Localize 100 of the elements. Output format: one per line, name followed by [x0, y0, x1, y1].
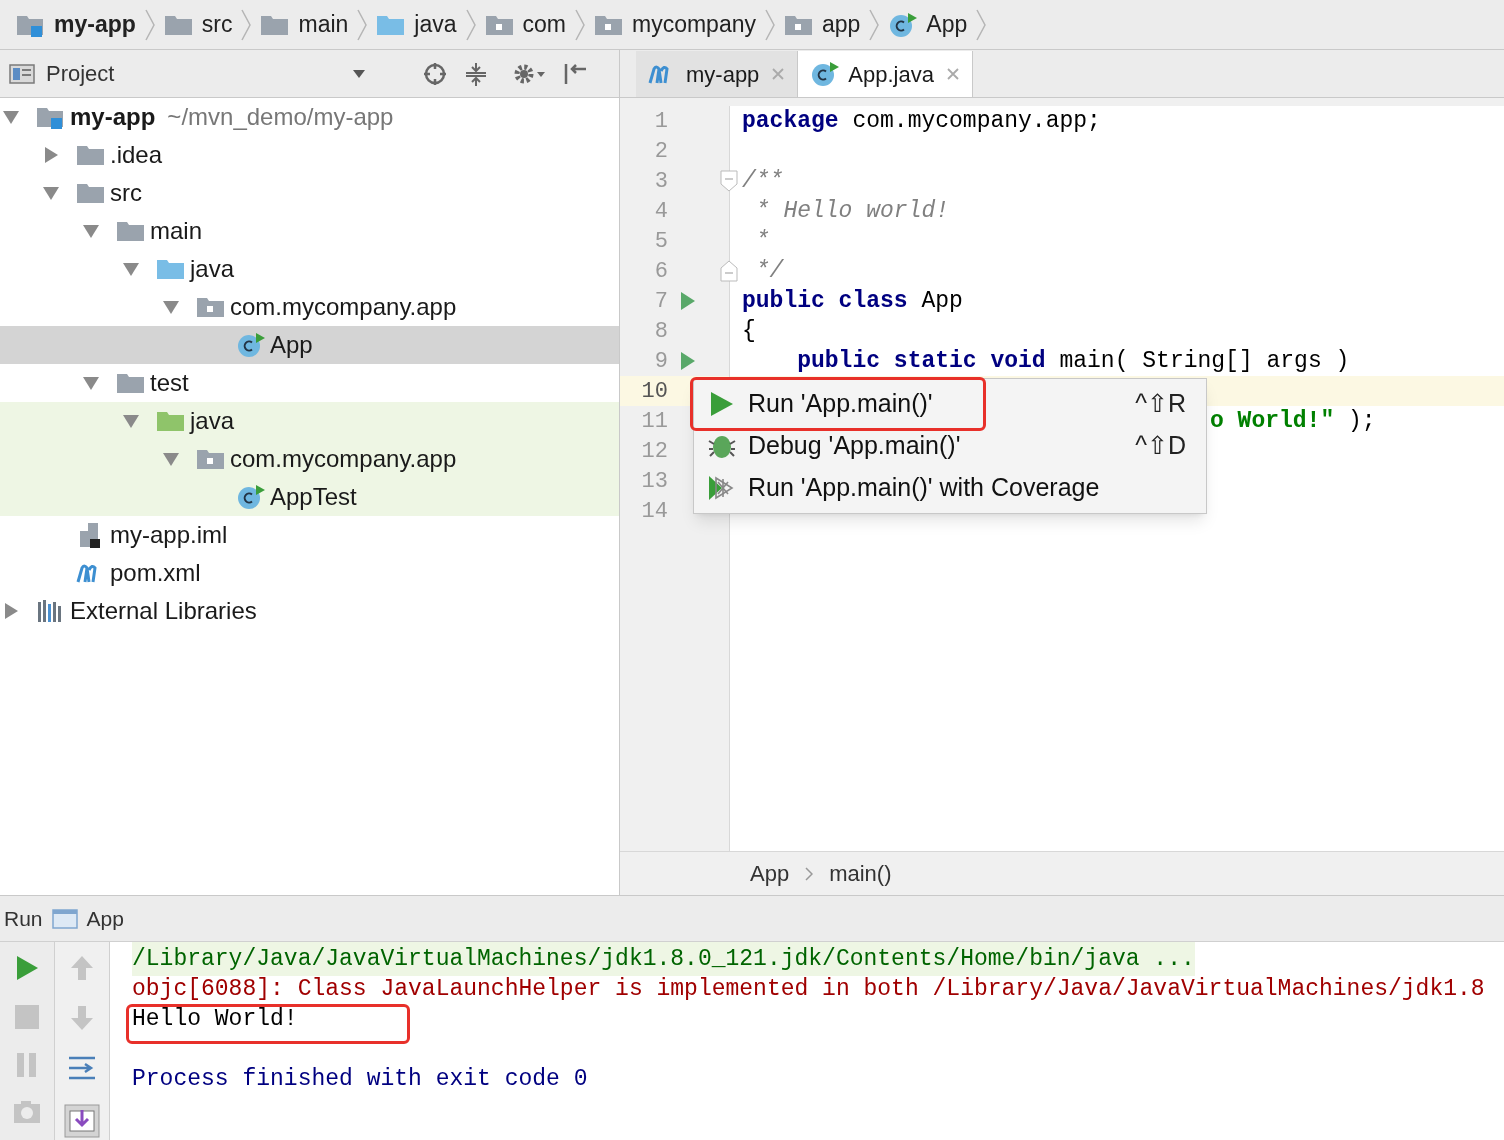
- code-line: package com.mycompany.app;: [742, 106, 1101, 136]
- chevron-icon: [763, 7, 776, 42]
- tree-label: App: [270, 330, 313, 360]
- menu-item[interactable]: Run 'App.main()' ^⇧R: [694, 383, 1206, 425]
- tree-label: com.mycompany.app: [230, 292, 457, 322]
- menu-item[interactable]: Run 'App.main()' with Coverage: [694, 467, 1206, 509]
- tree-item[interactable]: my-app.iml: [0, 516, 619, 554]
- code-line: *: [754, 226, 770, 256]
- scroll-to-end-icon[interactable]: [64, 1104, 100, 1138]
- console-line: Hello World!: [132, 1004, 298, 1034]
- tree-label: test: [150, 368, 189, 398]
- line-number: 2: [653, 137, 668, 166]
- tree-item[interactable]: my-app ~/mvn_demo/my-app: [0, 98, 619, 136]
- breadcrumb-item[interactable]: main(): [829, 857, 892, 890]
- editor-tab[interactable]: App.java: [797, 51, 973, 97]
- play-icon[interactable]: [14, 954, 40, 982]
- tree-label: .idea: [110, 140, 163, 170]
- console-line: objc[6088]: Class JavaLaunchHelper is implemented in both /Library/Java/JavaVirtualMachines/jdk1.8: [132, 974, 1485, 1004]
- up-arrow-icon[interactable]: [69, 954, 95, 982]
- expanded-arrow-icon: [162, 298, 180, 316]
- editor-tab[interactable]: my-app: [636, 51, 798, 97]
- expanded-arrow-icon: [162, 450, 180, 468]
- line-number: 7: [653, 287, 668, 316]
- breadcrumb-item[interactable]: my-app: [8, 2, 144, 47]
- tree-item[interactable]: java: [0, 402, 619, 440]
- coverage-icon: [706, 473, 736, 503]
- code-line: public class App: [742, 286, 963, 316]
- breadcrumb-item[interactable]: app: [775, 2, 869, 47]
- run-marker-icon[interactable]: [680, 351, 696, 371]
- shortcut-label: ^⇧R: [1135, 388, 1186, 420]
- chevron-icon: [574, 7, 586, 42]
- code-line: o World!" );: [1210, 406, 1376, 436]
- class-icon: [888, 11, 919, 38]
- tree-item[interactable]: java: [0, 250, 619, 288]
- tree-item[interactable]: pom.xml: [0, 554, 619, 592]
- tree-label: java: [190, 254, 235, 284]
- chevron-icon: [805, 866, 814, 881]
- class-icon: [236, 332, 266, 358]
- breadcrumb-item[interactable]: com: [476, 2, 574, 47]
- menu-item[interactable]: Debug 'App.main()' ^⇧D: [694, 425, 1206, 467]
- chevron-icon: [356, 7, 369, 42]
- breadcrumb-item[interactable]: App: [750, 857, 790, 890]
- run-marker-icon[interactable]: [680, 291, 696, 311]
- tree-label: src: [110, 178, 142, 208]
- module-path: ~/mvn_demo/my-app: [167, 102, 394, 132]
- line-number: 14: [640, 497, 668, 526]
- run-config-tab[interactable]: App: [86, 902, 124, 935]
- tree-item[interactable]: com.mycompany.app: [0, 288, 619, 326]
- tree-item[interactable]: main: [0, 212, 619, 250]
- class-icon: [810, 61, 841, 87]
- down-arrow-icon[interactable]: [69, 1004, 95, 1032]
- chevron-icon: [464, 7, 477, 42]
- soft-wrap-icon[interactable]: [67, 1054, 97, 1082]
- code-line: */: [754, 256, 784, 286]
- collapsed-arrow-icon: [2, 602, 20, 620]
- tree-item[interactable]: com.mycompany.app: [0, 440, 619, 478]
- shortcut-label: ^⇧D: [1135, 430, 1186, 462]
- expanded-arrow-icon: [82, 374, 100, 392]
- close-icon[interactable]: [946, 67, 960, 81]
- tab-label: my-app: [686, 60, 760, 89]
- expanded-arrow-icon: [2, 108, 20, 126]
- dropdown-label: Project: [46, 60, 115, 88]
- line-number: 1: [653, 107, 668, 136]
- breadcrumb-item[interactable]: mycompany: [586, 2, 764, 47]
- tab-label: App.java: [848, 60, 934, 89]
- breadcrumb-item[interactable]: java: [368, 2, 465, 47]
- line-number: 5: [653, 227, 668, 256]
- tree-item[interactable]: App: [0, 326, 619, 364]
- camera-icon[interactable]: [13, 1100, 41, 1124]
- code-line: /**: [742, 166, 784, 196]
- project-view-icon: [8, 61, 38, 86]
- tree-label: my-app: [70, 102, 156, 132]
- line-number: 9: [653, 347, 668, 376]
- console-line: Process finished with exit code 0: [132, 1064, 588, 1094]
- breadcrumb-item[interactable]: src: [155, 2, 241, 47]
- breadcrumb-item[interactable]: App: [880, 2, 976, 47]
- tree-item[interactable]: .idea: [0, 136, 619, 174]
- tree-item[interactable]: AppTest: [0, 478, 619, 516]
- expanded-arrow-icon: [122, 412, 140, 430]
- tree-label: External Libraries: [70, 596, 257, 626]
- expanded-arrow-icon: [42, 184, 60, 202]
- line-number: 13: [640, 467, 668, 496]
- line-number: 12: [640, 437, 668, 466]
- collapse-icon[interactable]: [464, 60, 488, 87]
- tree-label: my-app.iml: [110, 520, 228, 550]
- locate-icon[interactable]: [422, 60, 448, 87]
- close-icon[interactable]: [771, 67, 786, 81]
- chevron-icon: [143, 7, 156, 42]
- line-number: 11: [640, 407, 668, 436]
- tree-item[interactable]: src: [0, 174, 619, 212]
- code-line: * Hello world!: [754, 196, 950, 226]
- expanded-arrow-icon: [82, 222, 100, 240]
- stop-icon[interactable]: [14, 1004, 40, 1030]
- breadcrumb-item[interactable]: main: [252, 2, 357, 47]
- tree-item[interactable]: test: [0, 364, 619, 402]
- chevron-icon: [975, 7, 988, 42]
- tree-item[interactable]: External Libraries: [0, 592, 619, 630]
- tree-label: main: [150, 216, 203, 246]
- collapsed-arrow-icon: [42, 146, 60, 164]
- line-number: 3: [653, 167, 668, 196]
